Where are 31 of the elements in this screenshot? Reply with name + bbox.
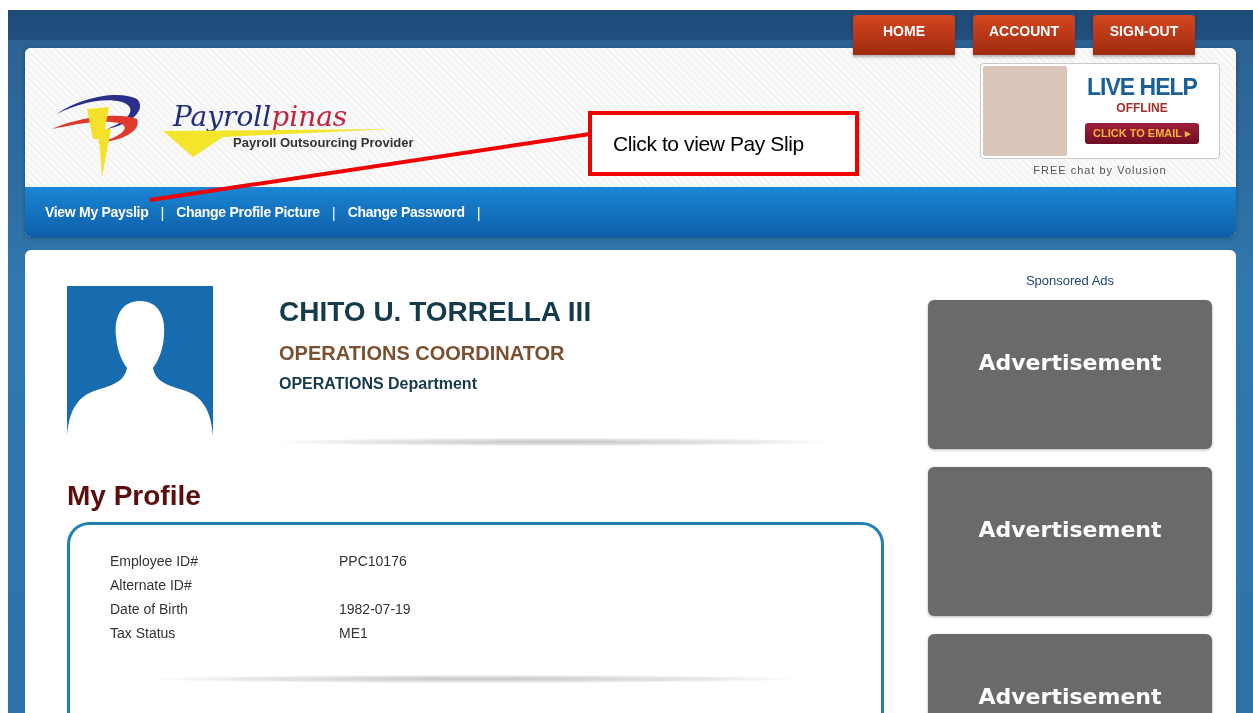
ad-banner[interactable]: Advertisement bbox=[928, 467, 1212, 616]
nav-button[interactable]: SIGN-OUT bbox=[1093, 15, 1195, 55]
section-title: My Profile bbox=[67, 480, 202, 512]
field-label: Tax Status bbox=[110, 624, 177, 643]
chat-credit: FREE chat by Volusion bbox=[1033, 164, 1167, 176]
separator: | bbox=[331, 203, 336, 221]
nav-link[interactable]: Change Password bbox=[347, 204, 465, 220]
field-value: 1982-07-19 bbox=[339, 600, 412, 619]
callout-note: Click to view Pay Slip bbox=[588, 111, 859, 176]
nav-link[interactable]: View My Payslip bbox=[45, 204, 149, 220]
employee-name: CHITO U. TORRELLA III bbox=[279, 296, 592, 328]
job-title: OPERATIONS COORDINATOR bbox=[279, 342, 566, 365]
live-help-title: LIVE HELP bbox=[1087, 74, 1197, 101]
ad-banner[interactable]: Advertisement bbox=[928, 634, 1212, 713]
logo-tagline: Payroll Outsourcing Provider bbox=[233, 134, 414, 150]
ad-banner[interactable]: Advertisement bbox=[928, 300, 1212, 449]
ads-heading: Sponsored Ads bbox=[1025, 273, 1115, 288]
nav-link[interactable]: Change Profile Picture bbox=[176, 204, 320, 220]
department: OPERATIONS Department bbox=[279, 375, 478, 393]
email-button[interactable]: CLICK TO EMAIL ▸ bbox=[1085, 123, 1199, 144]
separator: | bbox=[160, 203, 165, 221]
field-value: PPC10176 bbox=[339, 552, 408, 571]
nav-button[interactable]: ACCOUNT bbox=[973, 15, 1075, 55]
field-label: Employee ID# bbox=[110, 552, 199, 571]
help-status: OFFLINE bbox=[1116, 101, 1168, 115]
field-label: Alternate ID# bbox=[110, 576, 193, 595]
separator: | bbox=[476, 203, 481, 221]
nav-button[interactable]: HOME bbox=[853, 15, 955, 55]
logo-name: Payrollpinas bbox=[171, 99, 349, 133]
field-value: ME1 bbox=[339, 624, 369, 643]
field-label: Date of Birth bbox=[110, 600, 189, 619]
